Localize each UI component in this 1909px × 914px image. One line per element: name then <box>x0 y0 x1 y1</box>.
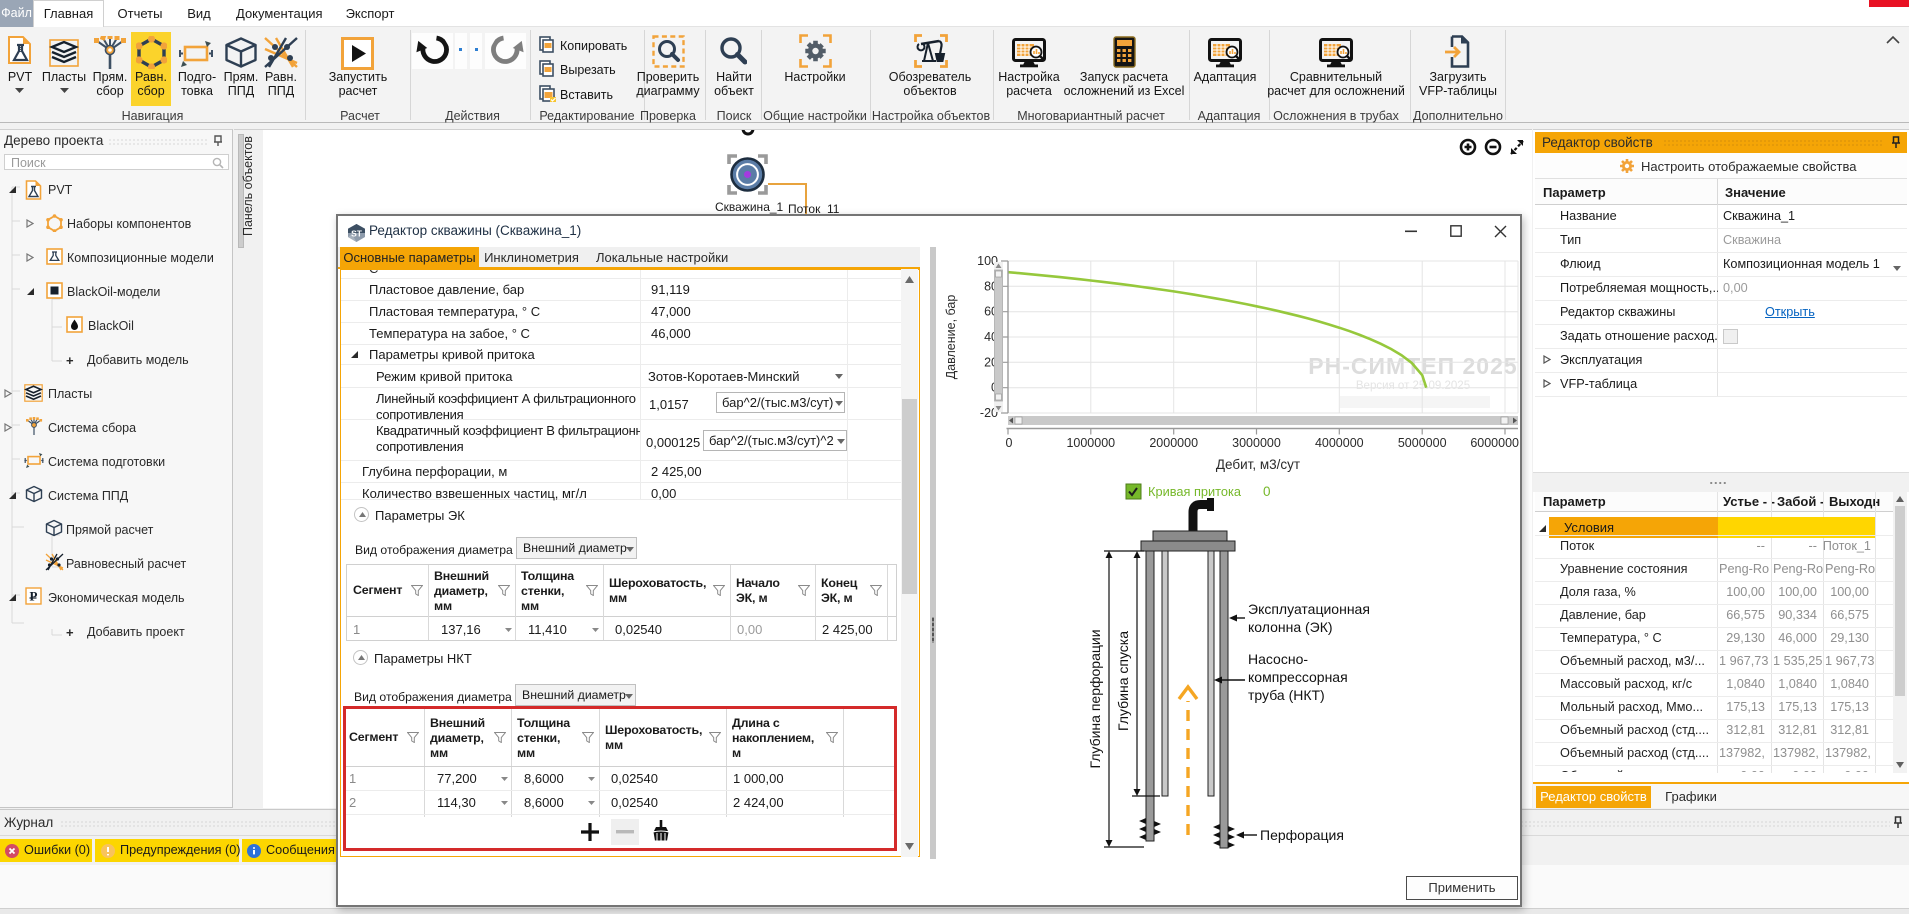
svg-text:Дебит, м3/сут: Дебит, м3/сут <box>1216 457 1300 472</box>
svg-text:Глубина перфорации: Глубина перфорации <box>1087 629 1103 768</box>
svg-text:Эксплуатационная: Эксплуатационная <box>1248 601 1370 617</box>
svg-text:Глубина спуска: Глубина спуска <box>1115 631 1131 731</box>
svg-text:Насосно-: Насосно- <box>1248 651 1308 667</box>
svg-text:компрессорная: компрессорная <box>1248 669 1348 685</box>
svg-text:3000000: 3000000 <box>1232 436 1281 450</box>
svg-text:колонна (ЭК): колонна (ЭК) <box>1248 619 1333 635</box>
svg-text:0: 0 <box>1006 436 1013 450</box>
svg-text:5000000: 5000000 <box>1398 436 1447 450</box>
svg-text:Давление, бар: Давление, бар <box>944 295 958 380</box>
svg-text:ST: ST <box>351 229 363 239</box>
svg-text:Версия от 25.09.2025: Версия от 25.09.2025 <box>1356 380 1470 392</box>
svg-text:1000000: 1000000 <box>1066 436 1115 450</box>
svg-text:P: P <box>30 589 38 604</box>
svg-text:4000000: 4000000 <box>1315 436 1364 450</box>
svg-text:6000000: 6000000 <box>1470 436 1519 450</box>
svg-text:Перфорация: Перфорация <box>1260 827 1344 843</box>
svg-text:2000000: 2000000 <box>1149 436 1198 450</box>
svg-text:труба (НКТ): труба (НКТ) <box>1248 687 1325 703</box>
